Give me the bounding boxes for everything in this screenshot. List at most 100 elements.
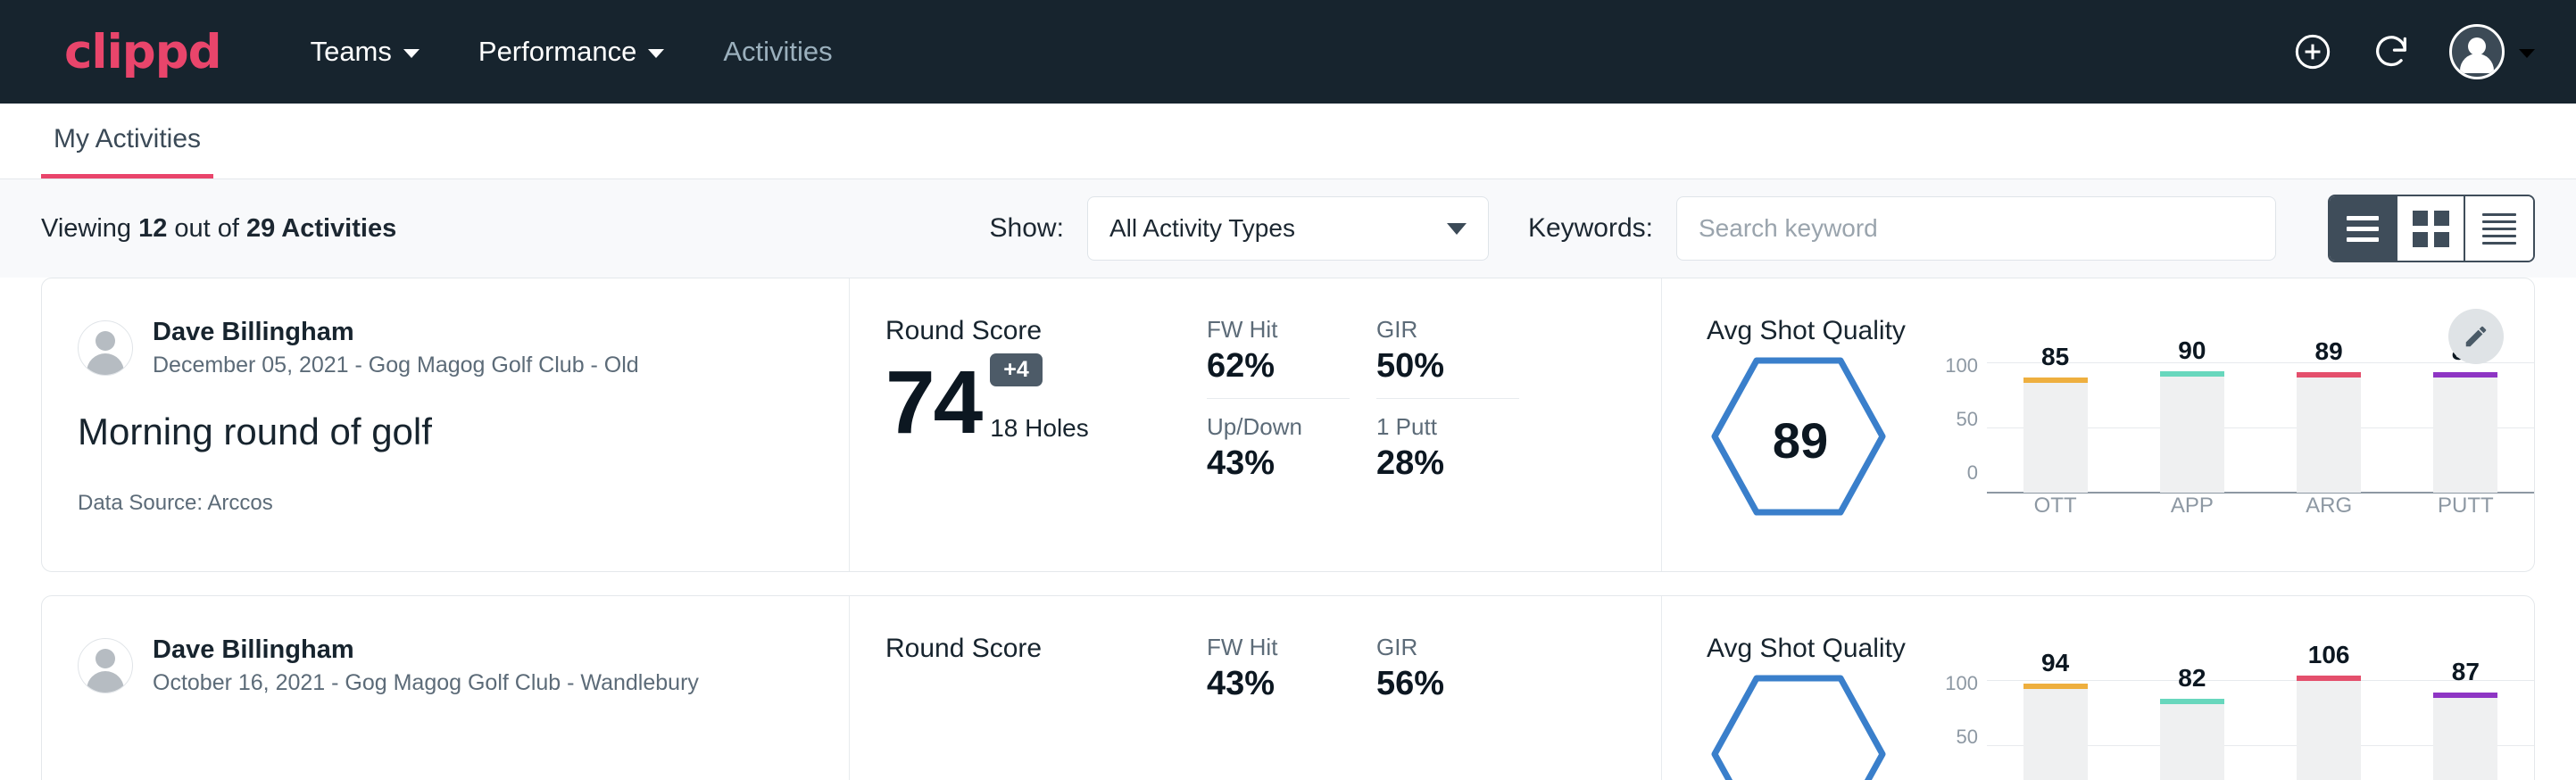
chart-bar-group: 89 — [2261, 362, 2397, 493]
nav-item-activities[interactable]: Activities — [723, 36, 832, 68]
activity-card[interactable]: Dave Billingham December 05, 2021 - Gog … — [41, 278, 2535, 572]
stat-label: FW Hit — [1207, 634, 1350, 661]
chart-y-axis: 100 50 0 — [1935, 672, 1987, 780]
round-score-annotations: +4 18 Holes — [981, 353, 1089, 448]
avg-shot-quality-panel: Avg Shot Quality 100 50 0 — [1662, 596, 2534, 780]
avg-shot-quality-value: 89 — [1707, 357, 1894, 524]
chart-bar — [2023, 382, 2088, 493]
nav-actions — [2292, 24, 2535, 79]
avg-shot-quality-panel: Avg Shot Quality 89 100 50 0 — [1662, 278, 2534, 571]
chart-bar — [2160, 376, 2224, 493]
viewing-count: 12 — [138, 214, 167, 243]
account-menu[interactable] — [2449, 24, 2535, 79]
grid-icon — [2413, 211, 2449, 247]
shot-quality-hexagon: 89 — [1707, 353, 1894, 524]
stat-value: 62% — [1207, 347, 1350, 386]
chart-bar-group: 89 — [2397, 362, 2534, 493]
viewing-count-text: Viewing 12 out of 29 Activities — [41, 214, 396, 244]
shot-quality-chart: 100 50 0 85908989 OTTAPPARGPUTT — [1894, 353, 2534, 493]
chart-bar-group: 87 — [2397, 680, 2534, 780]
avatar-body — [87, 353, 124, 375]
bar-value-label: 106 — [2308, 641, 2350, 669]
view-toggle-grid[interactable] — [2397, 196, 2465, 261]
chart-bar — [2023, 688, 2088, 780]
plus-circle-icon[interactable] — [2292, 31, 2333, 72]
nav-item-performance-label: Performance — [478, 36, 636, 68]
stat-label: GIR — [1376, 316, 1519, 344]
activity-card[interactable]: Dave Billingham October 16, 2021 - Gog M… — [41, 595, 2535, 780]
y-tick: 100 — [1945, 354, 1978, 378]
search-input[interactable] — [1676, 196, 2276, 261]
show-label: Show: — [990, 213, 1064, 244]
chart-bar-group: 106 — [2261, 680, 2397, 780]
chart-bars: 948210687 — [1987, 680, 2534, 780]
stat-up-down: Up/Down 43% — [1207, 413, 1350, 483]
activity-type-select[interactable]: All Activity Types — [1087, 196, 1489, 261]
activity-type-select-value: All Activity Types — [1109, 214, 1295, 243]
chart-bar — [2297, 680, 2361, 780]
avg-shot-quality-body: 100 50 0 948210687 OTTAPPARGPUTT — [1707, 671, 2534, 780]
chart-plot-area: 85908989 OTTAPPARGPUTT — [1987, 362, 2534, 493]
view-mode-toggle — [2328, 195, 2535, 262]
round-score-panel: Round Score 74 +4 18 Holes — [850, 278, 1207, 571]
shot-quality-chart: 100 50 0 948210687 OTTAPPARGPUTT — [1894, 671, 2534, 780]
view-toggle-compact[interactable] — [2465, 196, 2533, 261]
avatar — [2449, 24, 2505, 79]
filter-controls: Show: All Activity Types Keywords: — [990, 195, 2535, 262]
stat-label: Up/Down — [1207, 413, 1350, 441]
view-toggle-list[interactable] — [2330, 196, 2397, 261]
refresh-icon[interactable] — [2371, 31, 2412, 72]
x-tick-label: ARG — [2261, 494, 2397, 519]
chart-bar-group: 82 — [2123, 680, 2260, 780]
chevron-down-icon — [403, 49, 420, 58]
activity-title: Morning round of golf — [78, 411, 813, 453]
nav-item-teams[interactable]: Teams — [311, 36, 420, 68]
bar-value-label: 85 — [2041, 343, 2069, 371]
nav-item-teams-label: Teams — [311, 36, 392, 68]
chevron-down-icon — [1447, 223, 1467, 235]
bar-value-label: 89 — [2315, 337, 2343, 366]
avg-shot-quality-value — [1707, 675, 1894, 780]
avatar-head — [96, 649, 115, 668]
activity-list: Dave Billingham December 05, 2021 - Gog … — [0, 278, 2576, 780]
stat-label: GIR — [1376, 634, 1519, 661]
avg-shot-quality-label: Avg Shot Quality — [1707, 316, 2534, 346]
viewing-mid: out of — [167, 214, 246, 243]
stat-value: 50% — [1376, 347, 1519, 386]
stat-value: 56% — [1376, 665, 1519, 703]
filter-toolbar: Viewing 12 out of 29 Activities Show: Al… — [0, 179, 2576, 278]
chart-y-axis: 100 50 0 — [1935, 354, 1987, 485]
chart-bar — [2433, 697, 2497, 780]
avatar-head — [2468, 37, 2486, 55]
edit-activity-button[interactable] — [2448, 309, 2504, 364]
brand-logo[interactable]: clippd — [64, 25, 221, 79]
avg-shot-quality-label: Avg Shot Quality — [1707, 634, 2534, 664]
bar-value-label: 90 — [2178, 336, 2206, 365]
chart-bar-group: 90 — [2123, 362, 2260, 493]
stat-label: 1 Putt — [1376, 413, 1519, 441]
avatar — [78, 320, 133, 376]
top-navigation-bar: clippd Teams Performance Activities — [0, 0, 2576, 104]
activity-data-source: Data Source: Arccos — [78, 491, 813, 516]
chart-bar — [2160, 703, 2224, 780]
stat-value: 43% — [1207, 665, 1350, 703]
stat-gir: GIR 56% — [1376, 634, 1519, 703]
tab-my-activities[interactable]: My Activities — [41, 124, 213, 178]
activity-summary: Dave Billingham October 16, 2021 - Gog M… — [42, 596, 850, 780]
chevron-down-icon — [648, 49, 664, 58]
activity-summary: Dave Billingham December 05, 2021 - Gog … — [42, 278, 850, 571]
chart-bar-group: 85 — [1987, 362, 2123, 493]
avatar-body — [87, 671, 124, 693]
tab-bar: My Activities — [0, 104, 2576, 179]
author-name: Dave Billingham — [153, 634, 699, 666]
score-differential-badge: +4 — [990, 353, 1043, 386]
y-tick: 100 — [1945, 672, 1978, 695]
nav-item-performance[interactable]: Performance — [478, 36, 664, 68]
stat-label: FW Hit — [1207, 316, 1350, 344]
y-tick: 50 — [1957, 726, 1978, 749]
chart-bars: 85908989 — [1987, 362, 2534, 493]
chart-bar-group: 94 — [1987, 680, 2123, 780]
stat-gir: GIR 50% — [1376, 316, 1519, 399]
viewing-total: 29 Activities — [246, 214, 396, 243]
shot-quality-hexagon — [1707, 671, 1894, 780]
